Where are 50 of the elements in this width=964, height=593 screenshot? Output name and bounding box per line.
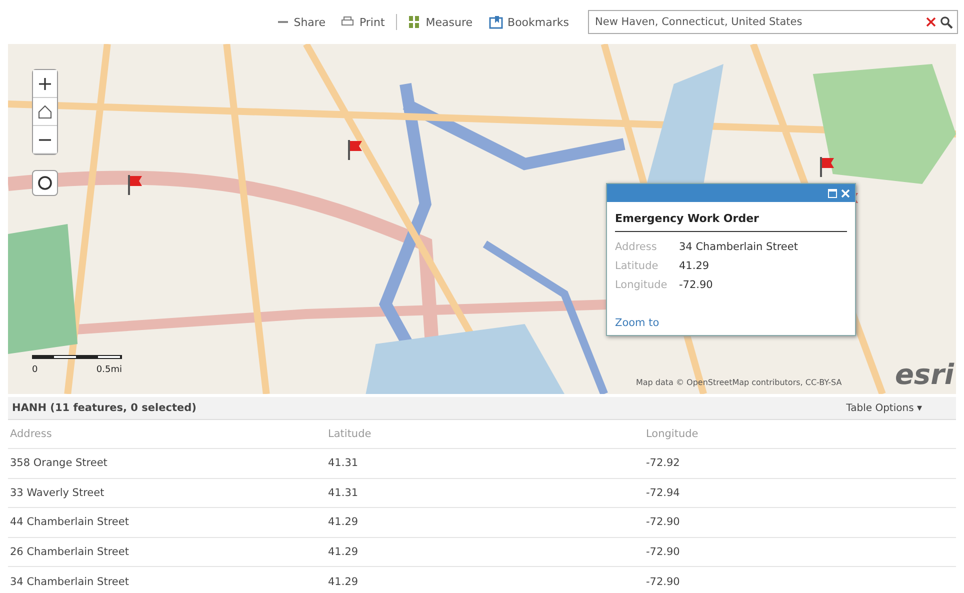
table-cell-text: -72.90 xyxy=(645,546,681,558)
map-logo: esri xyxy=(894,358,954,391)
table-cell-text: -72.90 xyxy=(645,516,681,528)
locate-button[interactable] xyxy=(32,170,58,196)
circle-icon xyxy=(37,175,53,191)
measure-icon xyxy=(408,15,421,29)
bookmark-icon xyxy=(488,15,503,29)
field-label: Latitude xyxy=(615,259,660,274)
toolbar-button[interactable]: Share xyxy=(272,14,330,30)
plus-icon xyxy=(39,78,51,90)
search-bar[interactable]: New Haven, Connecticut, United States xyxy=(588,10,958,34)
table-cell-text: 41.29 xyxy=(327,516,360,528)
zoom-in-button[interactable] xyxy=(33,70,57,98)
popup-title: Emergency Work Order xyxy=(615,212,847,232)
field-value: -72.90 xyxy=(679,278,713,293)
field-value: 34 Chamberlain Street xyxy=(679,240,798,255)
search-icon[interactable] xyxy=(940,16,953,28)
table-cell-text: -72.90 xyxy=(645,576,681,588)
toolbar-button[interactable]: Bookmarks xyxy=(484,13,574,31)
table-options-button[interactable]: Table Options ▾ xyxy=(840,402,928,414)
table-cell-text: 41.29 xyxy=(327,546,360,558)
toolbar-button[interactable]: Print xyxy=(336,14,390,30)
zoom-to-link[interactable]: Zoom to xyxy=(615,317,847,329)
field-value: 41.29 xyxy=(679,259,710,274)
flag-icon[interactable] xyxy=(346,139,364,161)
maximize-icon[interactable] xyxy=(828,188,837,198)
home-icon xyxy=(38,104,52,118)
table-cell-text: 358 Orange Street xyxy=(9,457,108,470)
table-cell-text: -72.94 xyxy=(645,486,681,499)
table-cell-text: 26 Chamberlain Street xyxy=(9,546,130,558)
scale-label: 0.5mi xyxy=(96,365,122,375)
field-label: Longitude xyxy=(615,278,668,293)
table-cell-text: 41.31 xyxy=(327,486,360,499)
street-map[interactable]: 0 0.5mi Map data © OpenStreetMap contributors, CC-BY-SA esri Emergency Work Order Address 34 Chamberlain Street Latitude 41.29 Longitude -72.90 Zoom to xyxy=(8,44,956,394)
table-title: HANH (11 features, 0 selected) xyxy=(12,402,196,414)
table-cell-text: 41.29 xyxy=(327,576,360,588)
field-label: Address xyxy=(615,240,658,255)
flag-icon[interactable] xyxy=(818,156,836,178)
close-icon[interactable] xyxy=(926,17,936,27)
map-attribution: Map data © OpenStreetMap contributors, CC-BY-SA xyxy=(636,378,842,387)
printer-icon xyxy=(341,16,354,28)
toolbar-button[interactable]: Measure xyxy=(402,13,478,31)
flag-icon[interactable] xyxy=(126,174,144,196)
table-cell-text: -72.92 xyxy=(645,457,681,470)
table-cell-text: 33 Waverly Street xyxy=(9,486,106,499)
table-cell-text: 44 Chamberlain Street xyxy=(9,516,130,528)
scale-label: 0 xyxy=(32,365,38,375)
table-cell-text: 34 Chamberlain Street xyxy=(9,576,130,588)
table-cell-text: 41.31 xyxy=(327,457,360,470)
share-icon xyxy=(276,18,289,26)
